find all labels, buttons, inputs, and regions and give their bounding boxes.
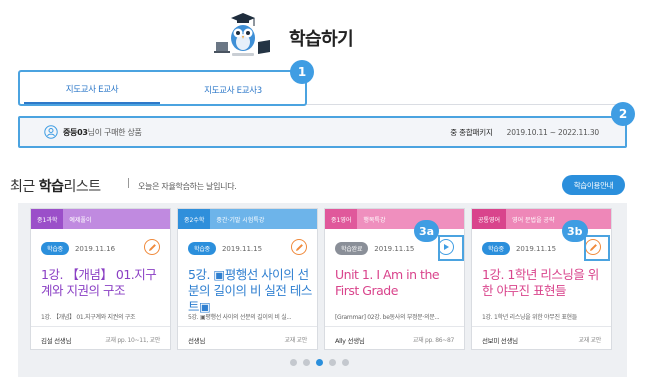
lesson-card-3[interactable]: 중1영어 행복특강 학습완료 2019.11.15 Unit 1. I Am i… — [324, 208, 465, 350]
card-date: 2019.11.15 — [515, 244, 557, 253]
card-pages: 교재 pp. 86~87 — [412, 337, 454, 344]
card-pages: 교재 교안 — [284, 337, 308, 344]
package-period: 2019.10.11 ~ 2022.11.30 — [506, 128, 600, 137]
card-category-band: 중1과학 예제풀이 — [31, 209, 170, 229]
pencil-icon[interactable] — [291, 239, 307, 255]
card-topic: 행복특강 — [357, 209, 464, 229]
lesson-card-2[interactable]: 중2수학 중간·기말 시험특강 학습중 2019.11.15 5강. ▣평행선 … — [177, 208, 318, 350]
user-name: 중등03 — [63, 128, 88, 137]
page-title: 학습하기 — [289, 29, 354, 50]
teacher-tabs: 지도교사 E교사 지도교사 E교사3 — [18, 70, 307, 106]
pencil-icon[interactable] — [144, 239, 160, 255]
card-subject: 중2수학 — [178, 209, 211, 229]
card-description: 1강. 【개념】 01.지구계와 지권의 구조 — [41, 314, 136, 321]
card-teacher: Ally 선생님 — [335, 337, 365, 345]
card-description: 5강. ▣평행선 사이의 선분의 길이의 비 실... — [188, 314, 292, 321]
card-pages: 교재 교안 — [578, 337, 602, 344]
section-separator — [128, 178, 129, 188]
user-icon — [44, 125, 58, 139]
callout-2: 2 — [611, 102, 635, 126]
status-badge: 학습중 — [188, 242, 216, 255]
carousel-pagination — [290, 359, 349, 366]
tab-teacher-e[interactable]: 지도교사 E교사 — [24, 76, 160, 104]
card-divider — [31, 326, 170, 327]
callout-3a: 3a — [414, 220, 440, 242]
card-topic: 예제풀이 — [63, 209, 170, 229]
card-subject: 공통영어 — [472, 209, 507, 229]
header: 학습하기 — [0, 0, 645, 70]
card-divider — [178, 326, 317, 327]
card-meta: 학습완료 2019.11.15 — [335, 242, 414, 255]
card-topic: 중간·기말 시험특강 — [210, 209, 317, 229]
status-badge: 학습중 — [482, 242, 510, 255]
status-badge: 학습중 — [41, 242, 69, 255]
section-title: 최근 학습리스트 — [10, 176, 101, 196]
status-badge: 학습완료 — [335, 242, 369, 255]
card-description: 1강. 1학년 리스닝을 위한 야무진 표현들 — [482, 314, 577, 321]
card-title[interactable]: 5강. ▣평행선 사이의 선분의 길이의 비 실전 테스트▣ — [188, 267, 312, 315]
page-dot-1[interactable] — [290, 359, 297, 366]
tab-teacher-e3[interactable]: 지도교사 E교사3 — [164, 76, 302, 104]
card-subject: 중1과학 — [31, 209, 64, 229]
highlight-play — [438, 235, 464, 261]
card-description: [Grammar] 02강. be동사의 부정문·의문... — [335, 314, 440, 321]
lesson-card-1[interactable]: 중1과학 예제풀이 학습중 2019.11.16 1강. 【개념】 01.지구계… — [30, 208, 171, 350]
section-subtitle: 오늘은 자율학습하는 날입니다. — [138, 182, 237, 191]
purchase-info-bar: 중등03님이 구매한 상품 중 종합패키지 2019.10.11 ~ 2022.1… — [18, 116, 627, 148]
section-title-prefix: 최근 — [10, 179, 39, 195]
card-title[interactable]: Unit 1. I Am in the First Grade — [335, 267, 459, 299]
lesson-card-4[interactable]: 공통영어 영어 문법을 공략 학습중 2019.11.15 1강. 1학년 리스… — [471, 208, 612, 350]
callout-3b: 3b — [562, 220, 588, 242]
card-category-band: 중2수학 중간·기말 시험특강 — [178, 209, 317, 229]
package-name: 중 종합패키지 — [450, 128, 493, 137]
card-title[interactable]: 1강. 1학년 리스닝을 위한 야무진 표현들 — [482, 267, 606, 299]
section-title-bold: 학습 — [38, 179, 64, 195]
highlight-pencil — [584, 235, 610, 261]
card-teacher: 선보미 선생님 — [482, 337, 518, 345]
card-title[interactable]: 1강. 【개념】 01.지구계와 지권의 구조 — [41, 267, 165, 299]
page-dot-2[interactable] — [303, 359, 310, 366]
card-topic: 영어 문법을 공략 — [506, 209, 611, 229]
card-meta: 학습중 2019.11.15 — [482, 242, 556, 255]
page-dot-5[interactable] — [342, 359, 349, 366]
card-pages: 교재 pp. 10~11, 교안 — [105, 337, 160, 344]
card-date: 2019.11.15 — [221, 244, 263, 253]
card-teacher: 김설 선생님 — [41, 337, 72, 345]
card-date: 2019.11.16 — [74, 244, 116, 253]
card-category-band: 공통영어 영어 문법을 공략 — [472, 209, 611, 229]
page-dot-3[interactable] — [316, 359, 323, 366]
study-guide-button[interactable]: 학습이용안내 — [562, 175, 625, 195]
card-date: 2019.11.15 — [374, 244, 415, 253]
page-dot-4[interactable] — [329, 359, 336, 366]
callout-1: 1 — [290, 60, 314, 84]
card-divider — [325, 326, 464, 327]
purchase-owner-suffix: 님이 구매한 상품 — [87, 128, 142, 137]
section-title-suffix: 리스트 — [63, 179, 101, 195]
card-category-band: 중1영어 행복특강 — [325, 209, 464, 229]
owl-graduate-icon — [214, 13, 270, 56]
card-teacher: 선생님 — [188, 337, 206, 345]
card-divider — [472, 326, 611, 327]
card-meta: 학습중 2019.11.16 — [41, 242, 115, 255]
purchase-owner: 중등03님이 구매한 상품 — [63, 127, 142, 138]
card-subject: 중1영어 — [325, 209, 358, 229]
card-meta: 학습중 2019.11.15 — [188, 242, 262, 255]
package-info: 중 종합패키지 2019.10.11 ~ 2022.11.30 — [450, 127, 599, 138]
